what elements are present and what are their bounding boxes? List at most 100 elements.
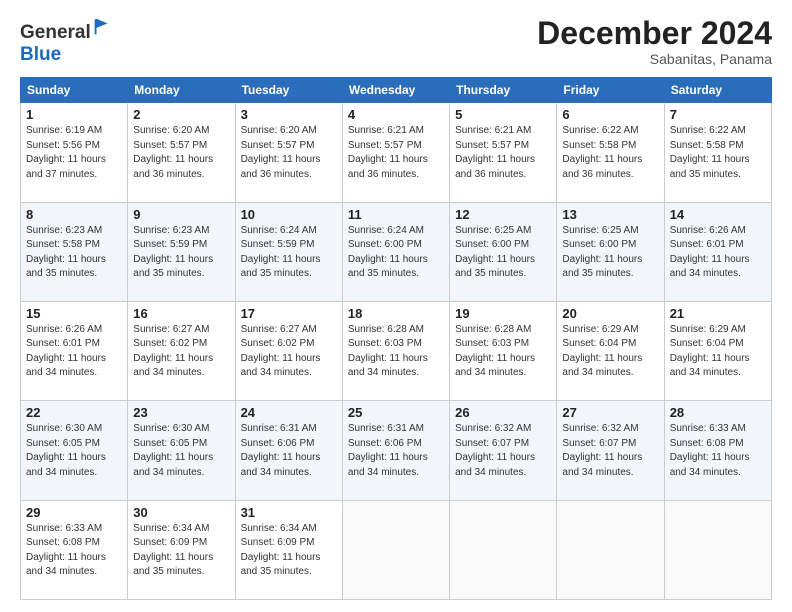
calendar-cell: 16 Sunrise: 6:27 AM Sunset: 6:02 PM Dayli… bbox=[128, 301, 235, 400]
day-number: 8 bbox=[26, 207, 122, 222]
calendar-cell: 30Sunrise: 6:34 AM Sunset: 6:09 PM Dayli… bbox=[128, 500, 235, 599]
day-info: Sunrise: 6:24 AM Sunset: 6:00 PM Dayligh… bbox=[348, 224, 444, 282]
day-number: 16 bbox=[133, 306, 229, 321]
weekday-header-monday: Monday bbox=[128, 78, 235, 103]
calendar-cell: 28 Sunrise: 6:33 AM Sunset: 6:08 PM Dayli… bbox=[664, 401, 771, 500]
day-info: Sunrise: 6:33 AM Sunset: 6:08 PM Dayligh… bbox=[670, 422, 766, 480]
day-info: Sunrise: 6:29 AM Sunset: 6:04 PM Dayligh… bbox=[670, 323, 766, 381]
calendar-cell: 1 Sunrise: 6:19 AM Sunset: 5:56 PM Daylig… bbox=[21, 103, 128, 202]
day-number: 13 bbox=[562, 207, 658, 222]
day-info: Sunrise: 6:22 AM Sunset: 5:58 PM Dayligh… bbox=[670, 124, 766, 182]
day-number: 21 bbox=[670, 306, 766, 321]
day-info: Sunrise: 6:22 AM Sunset: 5:58 PM Dayligh… bbox=[562, 124, 658, 182]
location: Sabanitas, Panama bbox=[537, 51, 772, 67]
weekday-header-row: SundayMondayTuesdayWednesdayThursdayFrid… bbox=[21, 78, 772, 103]
logo-blue-text: Blue bbox=[20, 44, 61, 65]
day-info: Sunrise: 6:32 AM Sunset: 6:07 PM Dayligh… bbox=[562, 422, 658, 480]
day-info: Sunrise: 6:21 AM Sunset: 5:57 PM Dayligh… bbox=[348, 124, 444, 182]
calendar-cell: 24 Sunrise: 6:31 AM Sunset: 6:06 PM Dayli… bbox=[235, 401, 342, 500]
day-info: Sunrise: 6:32 AM Sunset: 6:07 PM Dayligh… bbox=[455, 422, 551, 480]
weekday-header-wednesday: Wednesday bbox=[342, 78, 449, 103]
day-number: 6 bbox=[562, 107, 658, 122]
calendar-cell: 3 Sunrise: 6:20 AM Sunset: 5:57 PM Daylig… bbox=[235, 103, 342, 202]
day-number: 24 bbox=[241, 405, 337, 420]
calendar-cell: 17 Sunrise: 6:27 AM Sunset: 6:02 PM Dayli… bbox=[235, 301, 342, 400]
header: General Blue December 2024 Sabanitas, Pa… bbox=[20, 16, 772, 67]
day-number: 3 bbox=[241, 107, 337, 122]
calendar-cell: 25Sunrise: 6:31 AM Sunset: 6:06 PM Dayli… bbox=[342, 401, 449, 500]
day-number: 11 bbox=[348, 207, 444, 222]
day-number: 2 bbox=[133, 107, 229, 122]
day-number: 20 bbox=[562, 306, 658, 321]
calendar-cell: 8Sunrise: 6:23 AM Sunset: 5:58 PM Daylig… bbox=[21, 202, 128, 301]
logo-flag-icon bbox=[91, 16, 113, 38]
day-number: 15 bbox=[26, 306, 122, 321]
day-number: 23 bbox=[133, 405, 229, 420]
day-info: Sunrise: 6:34 AM Sunset: 6:09 PM Dayligh… bbox=[241, 522, 337, 580]
calendar-cell: 9Sunrise: 6:23 AM Sunset: 5:59 PM Daylig… bbox=[128, 202, 235, 301]
day-info: Sunrise: 6:26 AM Sunset: 6:01 PM Dayligh… bbox=[26, 323, 122, 381]
day-number: 28 bbox=[670, 405, 766, 420]
logo-general-text: General bbox=[20, 16, 113, 44]
day-number: 18 bbox=[348, 306, 444, 321]
day-number: 7 bbox=[670, 107, 766, 122]
day-info: Sunrise: 6:30 AM Sunset: 6:05 PM Dayligh… bbox=[26, 422, 122, 480]
day-info: Sunrise: 6:20 AM Sunset: 5:57 PM Dayligh… bbox=[241, 124, 337, 182]
calendar-cell: 21 Sunrise: 6:29 AM Sunset: 6:04 PM Dayli… bbox=[664, 301, 771, 400]
day-number: 4 bbox=[348, 107, 444, 122]
day-number: 5 bbox=[455, 107, 551, 122]
day-number: 1 bbox=[26, 107, 122, 122]
calendar-cell bbox=[557, 500, 664, 599]
calendar-cell: 14Sunrise: 6:26 AM Sunset: 6:01 PM Dayli… bbox=[664, 202, 771, 301]
day-number: 29 bbox=[26, 505, 122, 520]
day-number: 19 bbox=[455, 306, 551, 321]
day-info: Sunrise: 6:24 AM Sunset: 5:59 PM Dayligh… bbox=[241, 224, 337, 282]
calendar-cell: 20 Sunrise: 6:29 AM Sunset: 6:04 PM Dayli… bbox=[557, 301, 664, 400]
calendar-cell: 18 Sunrise: 6:28 AM Sunset: 6:03 PM Dayli… bbox=[342, 301, 449, 400]
day-info: Sunrise: 6:29 AM Sunset: 6:04 PM Dayligh… bbox=[562, 323, 658, 381]
day-info: Sunrise: 6:28 AM Sunset: 6:03 PM Dayligh… bbox=[348, 323, 444, 381]
calendar-cell: 13 Sunrise: 6:25 AM Sunset: 6:00 PM Dayli… bbox=[557, 202, 664, 301]
calendar-cell: 19 Sunrise: 6:28 AM Sunset: 6:03 PM Dayli… bbox=[450, 301, 557, 400]
weekday-header-friday: Friday bbox=[557, 78, 664, 103]
calendar-cell: 7 Sunrise: 6:22 AM Sunset: 5:58 PM Daylig… bbox=[664, 103, 771, 202]
day-info: Sunrise: 6:31 AM Sunset: 6:06 PM Dayligh… bbox=[241, 422, 337, 480]
calendar-table: SundayMondayTuesdayWednesdayThursdayFrid… bbox=[20, 77, 772, 600]
day-info: Sunrise: 6:27 AM Sunset: 6:02 PM Dayligh… bbox=[241, 323, 337, 381]
day-number: 26 bbox=[455, 405, 551, 420]
calendar-cell: 11 Sunrise: 6:24 AM Sunset: 6:00 PM Dayli… bbox=[342, 202, 449, 301]
day-number: 17 bbox=[241, 306, 337, 321]
logo: General Blue bbox=[20, 16, 113, 66]
day-number: 31 bbox=[241, 505, 337, 520]
weekday-header-sunday: Sunday bbox=[21, 78, 128, 103]
day-info: Sunrise: 6:31 AM Sunset: 6:06 PM Dayligh… bbox=[348, 422, 444, 480]
calendar-cell: 31 Sunrise: 6:34 AM Sunset: 6:09 PM Dayli… bbox=[235, 500, 342, 599]
day-number: 30 bbox=[133, 505, 229, 520]
day-number: 27 bbox=[562, 405, 658, 420]
day-info: Sunrise: 6:25 AM Sunset: 6:00 PM Dayligh… bbox=[455, 224, 551, 282]
weekday-header-thursday: Thursday bbox=[450, 78, 557, 103]
calendar-cell: 15 Sunrise: 6:26 AM Sunset: 6:01 PM Dayli… bbox=[21, 301, 128, 400]
calendar-cell bbox=[342, 500, 449, 599]
title-block: December 2024 Sabanitas, Panama bbox=[537, 16, 772, 67]
calendar-cell: 23Sunrise: 6:30 AM Sunset: 6:05 PM Dayli… bbox=[128, 401, 235, 500]
calendar-cell: 6 Sunrise: 6:22 AM Sunset: 5:58 PM Daylig… bbox=[557, 103, 664, 202]
day-info: Sunrise: 6:19 AM Sunset: 5:56 PM Dayligh… bbox=[26, 124, 122, 182]
month-title: December 2024 bbox=[537, 16, 772, 51]
calendar-cell: 4 Sunrise: 6:21 AM Sunset: 5:57 PM Daylig… bbox=[342, 103, 449, 202]
day-info: Sunrise: 6:25 AM Sunset: 6:00 PM Dayligh… bbox=[562, 224, 658, 282]
day-info: Sunrise: 6:33 AM Sunset: 6:08 PM Dayligh… bbox=[26, 522, 122, 580]
day-number: 12 bbox=[455, 207, 551, 222]
weekday-header-saturday: Saturday bbox=[664, 78, 771, 103]
day-number: 22 bbox=[26, 405, 122, 420]
calendar-cell: 26 Sunrise: 6:32 AM Sunset: 6:07 PM Dayli… bbox=[450, 401, 557, 500]
calendar-cell bbox=[450, 500, 557, 599]
calendar-cell: 27 Sunrise: 6:32 AM Sunset: 6:07 PM Dayli… bbox=[557, 401, 664, 500]
calendar-cell: 5Sunrise: 6:21 AM Sunset: 5:57 PM Daylig… bbox=[450, 103, 557, 202]
calendar-cell bbox=[664, 500, 771, 599]
day-number: 9 bbox=[133, 207, 229, 222]
day-info: Sunrise: 6:28 AM Sunset: 6:03 PM Dayligh… bbox=[455, 323, 551, 381]
calendar-cell: 22 Sunrise: 6:30 AM Sunset: 6:05 PM Dayli… bbox=[21, 401, 128, 500]
day-info: Sunrise: 6:27 AM Sunset: 6:02 PM Dayligh… bbox=[133, 323, 229, 381]
day-info: Sunrise: 6:20 AM Sunset: 5:57 PM Dayligh… bbox=[133, 124, 229, 182]
